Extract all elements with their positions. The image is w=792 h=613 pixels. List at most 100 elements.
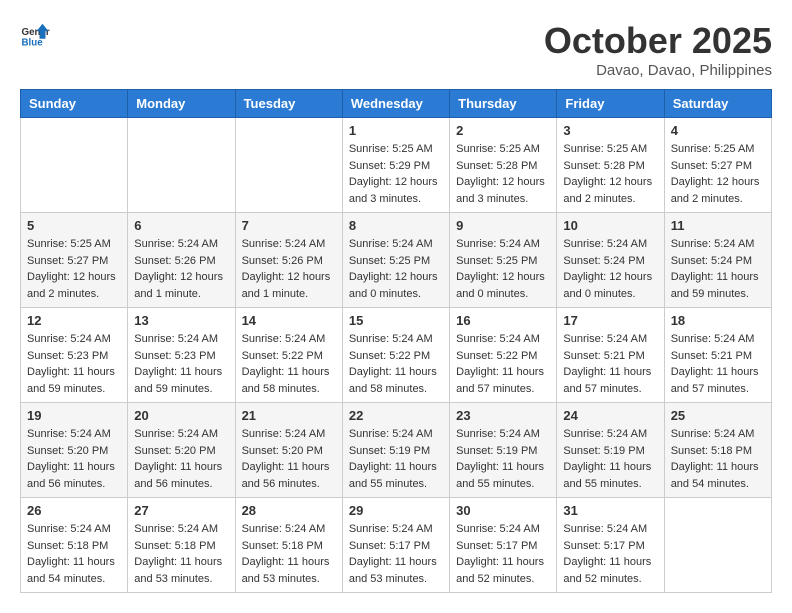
day-info: Sunrise: 5:24 AMSunset: 5:22 PMDaylight:… xyxy=(456,331,550,397)
day-number: 9 xyxy=(456,218,550,233)
day-info: Sunrise: 5:24 AMSunset: 5:18 PMDaylight:… xyxy=(134,521,228,587)
day-number: 25 xyxy=(671,408,765,423)
calendar-cell: 17 Sunrise: 5:24 AMSunset: 5:21 PMDayligh… xyxy=(557,308,664,403)
calendar-cell: 24Sunrise: 5:24 AMSunset: 5:19 PMDayligh… xyxy=(557,403,664,498)
day-info: Sunrise: 5:24 AMSunset: 5:19 PMDaylight:… xyxy=(563,426,657,492)
svg-text:Blue: Blue xyxy=(22,38,44,49)
calendar-cell xyxy=(21,118,128,213)
calendar-cell: 25 Sunrise: 5:24 AMSunset: 5:18 PMDayligh… xyxy=(664,403,771,498)
calendar-cell: 2 Sunrise: 5:25 AMSunset: 5:28 PMDaylight… xyxy=(450,118,557,213)
location-subtitle: Davao, Davao, Philippines xyxy=(544,62,772,79)
day-number: 26 xyxy=(27,503,121,518)
day-number: 1 xyxy=(349,123,443,138)
calendar-cell: 10 Sunrise: 5:24 AMSunset: 5:24 PMDayligh… xyxy=(557,213,664,308)
day-info: Sunrise: 5:24 AMSunset: 5:26 PMDaylight:… xyxy=(242,236,336,302)
day-number: 19 xyxy=(27,408,121,423)
day-number: 7 xyxy=(242,218,336,233)
weekday-header-wednesday: Wednesday xyxy=(342,90,449,118)
day-info: Sunrise: 5:24 AMSunset: 5:23 PMDaylight:… xyxy=(134,331,228,397)
calendar-cell: 14 Sunrise: 5:24 AMSunset: 5:22 PMDayligh… xyxy=(235,308,342,403)
calendar-cell xyxy=(235,118,342,213)
calendar-cell: 3 Sunrise: 5:25 AMSunset: 5:28 PMDaylight… xyxy=(557,118,664,213)
calendar-cell: 31 Sunrise: 5:24 AMSunset: 5:17 PMDayligh… xyxy=(557,498,664,593)
day-info: Sunrise: 5:24 AMSunset: 5:17 PMDaylight:… xyxy=(563,521,657,587)
day-info: Sunrise: 5:24 AMSunset: 5:25 PMDaylight:… xyxy=(456,236,550,302)
day-number: 30 xyxy=(456,503,550,518)
day-info: Sunrise: 5:24 AMSunset: 5:21 PMDaylight:… xyxy=(671,331,765,397)
day-info: Sunrise: 5:24 AMSunset: 5:18 PMDaylight:… xyxy=(671,426,765,492)
day-number: 28 xyxy=(242,503,336,518)
day-number: 3 xyxy=(563,123,657,138)
day-info: Sunrise: 5:24 AMSunset: 5:21 PMDaylight:… xyxy=(563,331,657,397)
day-info: Sunrise: 5:24 AMSunset: 5:25 PMDaylight:… xyxy=(349,236,443,302)
calendar-cell: 7 Sunrise: 5:24 AMSunset: 5:26 PMDaylight… xyxy=(235,213,342,308)
calendar-cell: 26 Sunrise: 5:24 AMSunset: 5:18 PMDayligh… xyxy=(21,498,128,593)
day-info: Sunrise: 5:25 AMSunset: 5:28 PMDaylight:… xyxy=(563,141,657,207)
calendar-cell: 23Sunrise: 5:24 AMSunset: 5:19 PMDayligh… xyxy=(450,403,557,498)
calendar-cell: 15 Sunrise: 5:24 AMSunset: 5:22 PMDayligh… xyxy=(342,308,449,403)
calendar-cell: 11Sunrise: 5:24 AMSunset: 5:24 PMDayligh… xyxy=(664,213,771,308)
weekday-header-sunday: Sunday xyxy=(21,90,128,118)
day-number: 29 xyxy=(349,503,443,518)
day-number: 10 xyxy=(563,218,657,233)
day-info: Sunrise: 5:25 AMSunset: 5:27 PMDaylight:… xyxy=(671,141,765,207)
calendar-cell xyxy=(664,498,771,593)
day-number: 31 xyxy=(563,503,657,518)
day-info: Sunrise: 5:24 AMSunset: 5:19 PMDaylight:… xyxy=(349,426,443,492)
day-info: Sunrise: 5:24 AMSunset: 5:20 PMDaylight:… xyxy=(27,426,121,492)
day-number: 14 xyxy=(242,313,336,328)
day-number: 21 xyxy=(242,408,336,423)
calendar-cell: 4 Sunrise: 5:25 AMSunset: 5:27 PMDaylight… xyxy=(664,118,771,213)
day-info: Sunrise: 5:24 AMSunset: 5:22 PMDaylight:… xyxy=(242,331,336,397)
day-info: Sunrise: 5:24 AMSunset: 5:18 PMDaylight:… xyxy=(242,521,336,587)
day-info: Sunrise: 5:25 AMSunset: 5:28 PMDaylight:… xyxy=(456,141,550,207)
day-number: 6 xyxy=(134,218,228,233)
calendar-cell: 8 Sunrise: 5:24 AMSunset: 5:25 PMDaylight… xyxy=(342,213,449,308)
day-info: Sunrise: 5:24 AMSunset: 5:26 PMDaylight:… xyxy=(134,236,228,302)
day-info: Sunrise: 5:24 AMSunset: 5:24 PMDaylight:… xyxy=(671,236,765,302)
day-number: 2 xyxy=(456,123,550,138)
day-number: 27 xyxy=(134,503,228,518)
day-number: 16 xyxy=(456,313,550,328)
calendar-cell: 1 Sunrise: 5:25 AMSunset: 5:29 PMDaylight… xyxy=(342,118,449,213)
weekday-header-monday: Monday xyxy=(128,90,235,118)
calendar-cell: 9 Sunrise: 5:24 AMSunset: 5:25 PMDaylight… xyxy=(450,213,557,308)
calendar-cell: 12 Sunrise: 5:24 AMSunset: 5:23 PMDayligh… xyxy=(21,308,128,403)
calendar-cell: 28 Sunrise: 5:24 AMSunset: 5:18 PMDayligh… xyxy=(235,498,342,593)
calendar-cell: 30Sunrise: 5:24 AMSunset: 5:17 PMDayligh… xyxy=(450,498,557,593)
day-number: 20 xyxy=(134,408,228,423)
calendar-cell: 5 Sunrise: 5:25 AMSunset: 5:27 PMDaylight… xyxy=(21,213,128,308)
day-number: 8 xyxy=(349,218,443,233)
day-info: Sunrise: 5:24 AMSunset: 5:23 PMDaylight:… xyxy=(27,331,121,397)
calendar-cell: 16 Sunrise: 5:24 AMSunset: 5:22 PMDayligh… xyxy=(450,308,557,403)
calendar-cell: 6 Sunrise: 5:24 AMSunset: 5:26 PMDaylight… xyxy=(128,213,235,308)
weekday-header-thursday: Thursday xyxy=(450,90,557,118)
day-number: 17 xyxy=(563,313,657,328)
day-info: Sunrise: 5:24 AMSunset: 5:18 PMDaylight:… xyxy=(27,521,121,587)
day-number: 4 xyxy=(671,123,765,138)
day-number: 18 xyxy=(671,313,765,328)
day-info: Sunrise: 5:24 AMSunset: 5:24 PMDaylight:… xyxy=(563,236,657,302)
day-info: Sunrise: 5:24 AMSunset: 5:22 PMDaylight:… xyxy=(349,331,443,397)
calendar-cell: 18 Sunrise: 5:24 AMSunset: 5:21 PMDayligh… xyxy=(664,308,771,403)
calendar-cell: 21Sunrise: 5:24 AMSunset: 5:20 PMDayligh… xyxy=(235,403,342,498)
day-info: Sunrise: 5:24 AMSunset: 5:20 PMDaylight:… xyxy=(134,426,228,492)
month-title: October 2025 xyxy=(544,20,772,62)
weekday-header-tuesday: Tuesday xyxy=(235,90,342,118)
day-info: Sunrise: 5:24 AMSunset: 5:17 PMDaylight:… xyxy=(349,521,443,587)
day-info: Sunrise: 5:24 AMSunset: 5:19 PMDaylight:… xyxy=(456,426,550,492)
day-number: 15 xyxy=(349,313,443,328)
calendar-cell xyxy=(128,118,235,213)
calendar-cell: 20 Sunrise: 5:24 AMSunset: 5:20 PMDayligh… xyxy=(128,403,235,498)
day-number: 22 xyxy=(349,408,443,423)
day-info: Sunrise: 5:25 AMSunset: 5:29 PMDaylight:… xyxy=(349,141,443,207)
day-number: 13 xyxy=(134,313,228,328)
day-number: 12 xyxy=(27,313,121,328)
day-number: 5 xyxy=(27,218,121,233)
calendar-cell: 27 Sunrise: 5:24 AMSunset: 5:18 PMDayligh… xyxy=(128,498,235,593)
weekday-header-friday: Friday xyxy=(557,90,664,118)
calendar-cell: 22 Sunrise: 5:24 AMSunset: 5:19 PMDayligh… xyxy=(342,403,449,498)
calendar-cell: 13 Sunrise: 5:24 AMSunset: 5:23 PMDayligh… xyxy=(128,308,235,403)
day-info: Sunrise: 5:25 AMSunset: 5:27 PMDaylight:… xyxy=(27,236,121,302)
logo: General Blue xyxy=(20,20,50,50)
